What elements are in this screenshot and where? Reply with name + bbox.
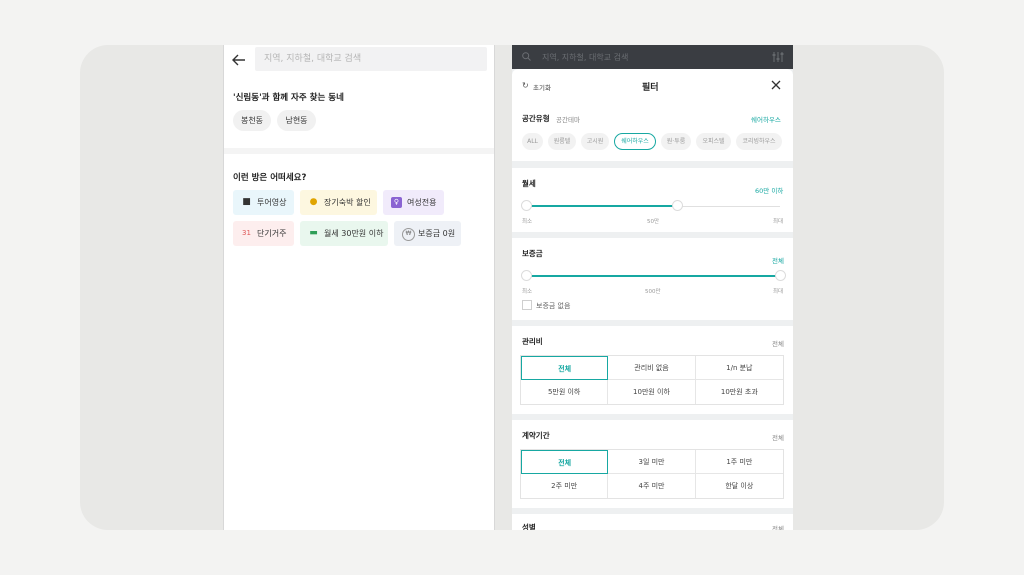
contract-option-selected[interactable]: 전체 bbox=[521, 450, 609, 474]
contract-options: 전체 3일 미만 1주 미만 2주 미만 4주 미만 한달 이상 bbox=[520, 449, 784, 499]
recommend-chip-rent-30[interactable]: ▬ 월세 30만원 이하 bbox=[300, 221, 388, 246]
filter-sliders-icon bbox=[772, 52, 784, 62]
deposit-label: 보증금 bbox=[522, 249, 543, 258]
chip-label: 투어영상 bbox=[257, 198, 287, 207]
rent-slider-min-handle[interactable] bbox=[521, 200, 532, 211]
recommend-chip-long-stay[interactable]: ● 장기숙박 할인 bbox=[300, 190, 377, 215]
contract-label: 계약기간 bbox=[522, 431, 550, 440]
back-arrow-icon[interactable] bbox=[232, 53, 246, 67]
cash-icon: ▬ bbox=[309, 228, 318, 238]
dimmed-search-placeholder: 지역, 지하철, 대학교 검색 bbox=[542, 53, 629, 62]
deposit-tick-mid: 500만 bbox=[645, 289, 661, 295]
mgmt-fee-label: 관리비 bbox=[522, 337, 543, 346]
mgmt-fee-value: 전체 bbox=[772, 340, 784, 348]
filter-header: ↻ 초기화 필터 bbox=[512, 69, 793, 103]
type-chip[interactable]: ALL bbox=[522, 133, 543, 150]
search-icon bbox=[522, 52, 531, 61]
deposit-tick-min: 최소 bbox=[522, 289, 533, 295]
mgmt-fee-options: 전체 관리비 없음 1/n 분납 5만원 이하 10만원 이하 10만원 초과 bbox=[520, 355, 784, 405]
chip-label: 장기숙박 할인 bbox=[324, 198, 371, 207]
space-theme-tab[interactable]: 공간테마 bbox=[556, 114, 580, 124]
mgmt-option[interactable]: 10만원 초과 bbox=[696, 380, 783, 404]
mgmt-option[interactable]: 관리비 없음 bbox=[608, 356, 696, 380]
nearby-chip[interactable]: 남현동 bbox=[277, 110, 316, 131]
nearby-section-title: '신림동'과 함께 자주 찾는 동네 bbox=[233, 93, 344, 103]
rent-slider-fill bbox=[526, 205, 677, 207]
type-chip[interactable]: 오피스텔 bbox=[696, 133, 731, 150]
deposit-slider-fill bbox=[526, 275, 780, 277]
mgmt-option[interactable]: 1/n 분납 bbox=[695, 356, 783, 380]
deposit-value: 전체 bbox=[772, 257, 784, 265]
chip-label: 여성전용 bbox=[407, 198, 437, 207]
calendar-icon: 31 bbox=[242, 229, 251, 237]
contract-option[interactable]: 한달 이상 bbox=[696, 474, 783, 498]
contract-option[interactable]: 4주 미만 bbox=[608, 474, 696, 498]
no-deposit-label: 보증금 없음 bbox=[536, 302, 571, 310]
close-icon[interactable] bbox=[771, 80, 781, 90]
rent-label: 월세 bbox=[522, 179, 536, 188]
rent-tick-min: 최소 bbox=[522, 219, 533, 225]
showcase-card: 지역, 지하철, 대학교 검색 '신림동'과 함께 자주 찾는 동네 봉천동 남… bbox=[80, 45, 944, 530]
contract-option[interactable]: 2주 미만 bbox=[521, 474, 609, 498]
rent-slider-max-handle[interactable] bbox=[672, 200, 683, 211]
space-type-tab[interactable]: 공간유형 bbox=[522, 113, 550, 124]
contract-value: 전체 bbox=[772, 434, 784, 442]
deposit-section: 보증금 전체 최소 500만 최대 보증금 없음 bbox=[512, 238, 793, 320]
nearby-chip[interactable]: 봉천동 bbox=[233, 110, 271, 131]
gender-section: 성별 전체 bbox=[512, 514, 793, 530]
mgmt-option[interactable]: 5만원 이하 bbox=[521, 380, 609, 404]
mgmt-option[interactable]: 10만원 이하 bbox=[608, 380, 696, 404]
search-input[interactable]: 지역, 지하철, 대학교 검색 bbox=[255, 47, 487, 71]
search-screen: 지역, 지하철, 대학교 검색 '신림동'과 함께 자주 찾는 동네 봉천동 남… bbox=[224, 45, 494, 530]
reset-icon: ↻ bbox=[522, 81, 529, 90]
recommend-chip-female[interactable]: ♀ 여성전용 bbox=[383, 190, 444, 215]
deposit-slider-max-handle[interactable] bbox=[775, 270, 786, 281]
section-divider bbox=[224, 148, 494, 154]
dimmed-search-bar: 지역, 지하철, 대학교 검색 bbox=[512, 45, 793, 69]
type-chip[interactable]: 원룸텔 bbox=[548, 133, 576, 150]
won-icon: ₩ bbox=[402, 228, 415, 241]
rent-section: 월세 60만 이하 최소 50만 최대 bbox=[512, 168, 793, 232]
recommend-chip-deposit-zero[interactable]: ₩ 보증금 0원 bbox=[394, 221, 461, 246]
gender-label: 성별 bbox=[522, 523, 536, 530]
rent-tick-max: 최대 bbox=[773, 219, 784, 225]
recommend-chip-short-stay[interactable]: 31 단기거주 bbox=[233, 221, 294, 246]
type-chip[interactable]: 고시원 bbox=[581, 133, 609, 150]
chip-label: 월세 30만원 이하 bbox=[324, 229, 384, 238]
space-type-section: 공간유형 공간테마 쉐어하우스 ALL 원룸텔 고시원 쉐어하우스 원·투룸 오… bbox=[512, 103, 793, 161]
contract-section: 계약기간 전체 전체 3일 미만 1주 미만 2주 미만 4주 미만 한달 이상 bbox=[512, 420, 793, 508]
filter-panel: ↻ 초기화 필터 공간유형 공간테마 쉐어하우스 ALL 원룸텔 고시원 쉐어하… bbox=[512, 69, 793, 530]
deposit-tick-max: 최대 bbox=[773, 289, 784, 295]
recommend-section-title: 이런 방은 어떠세요? bbox=[233, 173, 307, 183]
chip-label: 보증금 0원 bbox=[418, 229, 456, 238]
search-header: 지역, 지하철, 대학교 검색 bbox=[224, 45, 494, 75]
money-bag-icon: ● bbox=[309, 197, 318, 207]
mgmt-option-selected[interactable]: 전체 bbox=[521, 356, 609, 380]
filter-screen: 지역, 지하철, 대학교 검색 ↻ 초기화 필터 공간유형 공간테마 쉐어하우스… bbox=[512, 45, 793, 530]
type-chip[interactable]: 원·투룸 bbox=[661, 133, 691, 150]
reset-button[interactable]: 초기화 bbox=[533, 82, 551, 92]
recommend-chip-tour[interactable]: ■ 투어영상 bbox=[233, 190, 294, 215]
female-icon: ♀ bbox=[391, 197, 402, 208]
contract-option[interactable]: 1주 미만 bbox=[695, 450, 783, 474]
rent-tick-mid: 50만 bbox=[647, 219, 660, 225]
deposit-slider-min-handle[interactable] bbox=[521, 270, 532, 281]
chip-label: 단기거주 bbox=[257, 229, 287, 238]
filter-title: 필터 bbox=[642, 83, 659, 93]
no-deposit-checkbox[interactable] bbox=[522, 300, 532, 310]
type-chip[interactable]: 코리빙하우스 bbox=[736, 133, 782, 150]
space-type-value: 쉐어하우스 bbox=[751, 116, 781, 124]
gender-value: 전체 bbox=[772, 525, 784, 530]
contract-option[interactable]: 3일 미만 bbox=[608, 450, 696, 474]
screen-edge bbox=[494, 45, 495, 530]
type-chip-selected[interactable]: 쉐어하우스 bbox=[614, 133, 656, 150]
video-icon: ■ bbox=[242, 197, 251, 207]
rent-value: 60만 이하 bbox=[755, 187, 784, 195]
mgmt-fee-section: 관리비 전체 전체 관리비 없음 1/n 분납 5만원 이하 10만원 이하 1… bbox=[512, 326, 793, 414]
